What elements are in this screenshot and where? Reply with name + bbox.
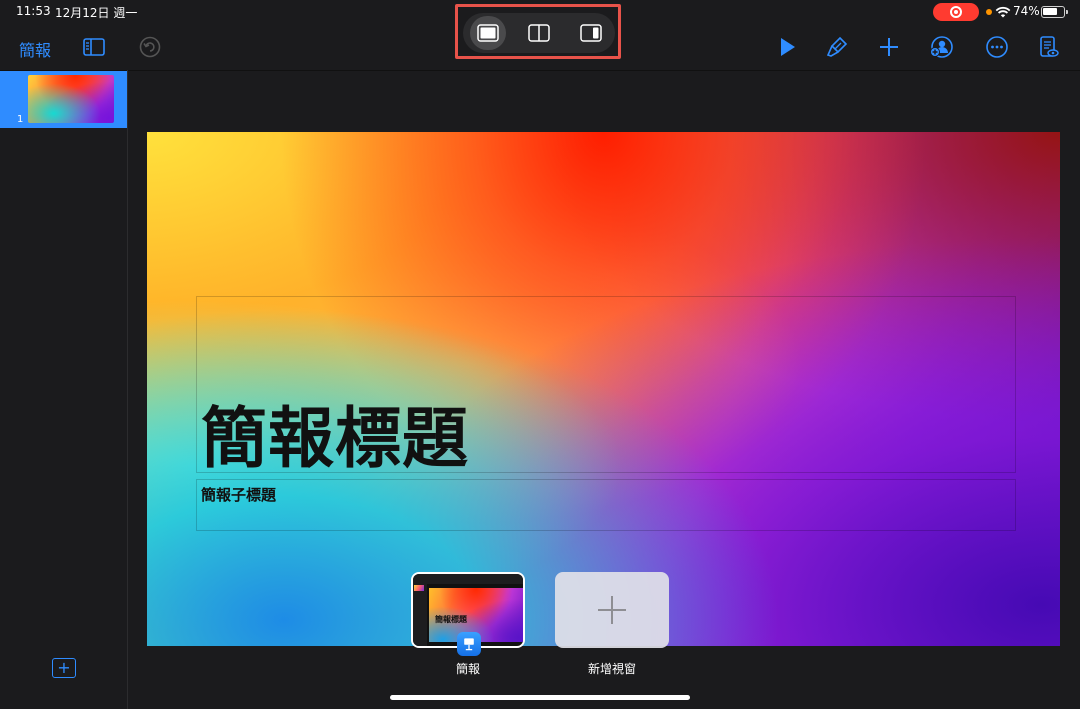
window-mode-highlight — [455, 4, 621, 59]
format-brush-icon[interactable] — [823, 33, 851, 61]
status-time: 11:53 — [16, 4, 51, 18]
presenter-notes-icon[interactable] — [1034, 33, 1062, 61]
window-preview-toolbar — [413, 574, 523, 584]
battery-icon — [1041, 6, 1068, 18]
status-date: 12月12日 週一 — [55, 6, 138, 20]
home-indicator[interactable] — [390, 695, 690, 700]
record-icon — [950, 6, 962, 18]
add-icon[interactable] — [875, 33, 903, 61]
subtitle-placeholder[interactable]: 簡報子標題 — [196, 479, 1016, 531]
more-icon[interactable] — [983, 33, 1011, 61]
play-icon[interactable] — [773, 33, 801, 61]
screen-recording-indicator[interactable] — [933, 3, 979, 21]
sidebar-toggle-icon[interactable] — [80, 33, 108, 61]
window-preview-sidebar — [413, 584, 427, 646]
current-window-label: 簡報 — [455, 662, 480, 676]
toolbar-divider — [0, 70, 1080, 71]
collaborate-icon[interactable] — [927, 33, 955, 61]
add-slide-icon[interactable]: + — [52, 658, 76, 678]
ipad-screen: 11:53 12月12日 週一 74% 簡報 1 + 簡報標題 簡報子標題 簡報… — [0, 0, 1080, 709]
keynote-app-icon — [457, 632, 481, 656]
battery-fill — [1043, 8, 1057, 15]
slide-thumbnail — [28, 75, 114, 123]
presentations-back-button[interactable]: 簡報 — [19, 37, 51, 61]
plus-icon-vertical — [611, 596, 613, 624]
window-preview-title: 簡報標題 — [435, 615, 467, 624]
slide-subtitle[interactable]: 簡報子標題 — [201, 484, 276, 505]
new-window-label: 新增視窗 — [587, 662, 636, 676]
slide-number: 1 — [17, 114, 24, 125]
wifi-icon — [995, 6, 1011, 18]
battery-percent: 74% — [1013, 4, 1040, 18]
slide-canvas[interactable]: 簡報標題 簡報子標題 — [147, 132, 1060, 646]
window-preview-thumbnail — [414, 585, 424, 591]
new-window-button[interactable] — [555, 572, 669, 648]
title-placeholder[interactable]: 簡報標題 — [196, 296, 1016, 477]
sidebar-divider — [127, 70, 128, 709]
slide-title[interactable]: 簡報標題 — [201, 385, 469, 481]
undo-icon[interactable] — [136, 33, 164, 61]
mic-in-use-indicator — [986, 9, 992, 15]
